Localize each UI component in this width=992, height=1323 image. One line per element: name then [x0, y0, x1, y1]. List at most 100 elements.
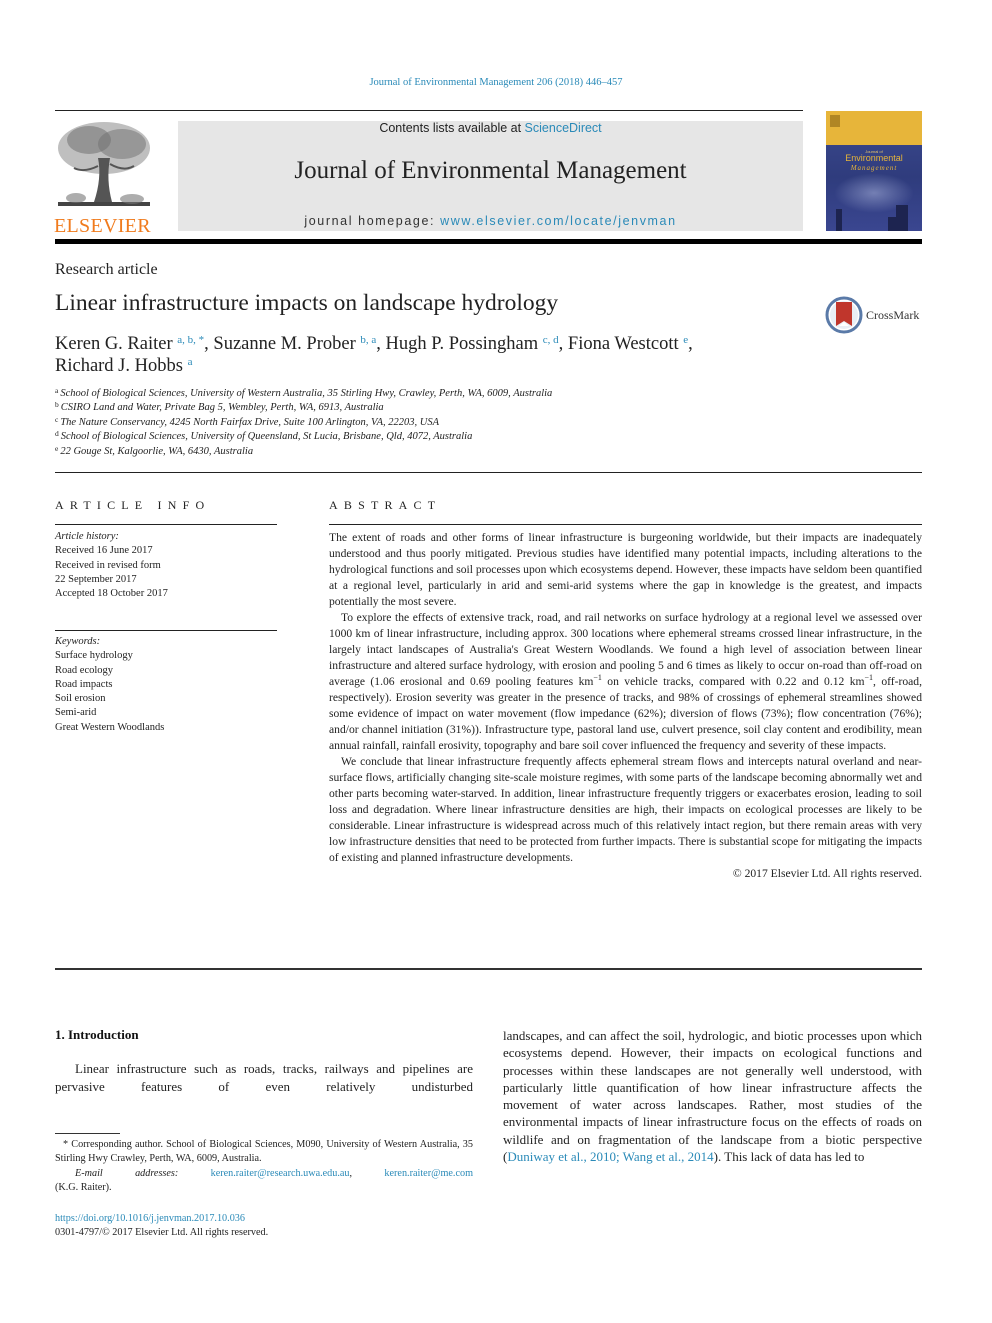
introduction-right-column: landscapes, and can affect the soil, hyd… — [503, 1027, 922, 1165]
author-affiliation-ref[interactable]: a — [188, 356, 193, 368]
author-list: Keren G. Raiter a, b, *, Suzanne M. Prob… — [55, 333, 815, 377]
keyword: Semi-arid — [55, 707, 97, 719]
author[interactable]: Fiona Westcott — [568, 334, 679, 354]
email-line: E-mail addresses: keren.raiter@research.… — [55, 1167, 473, 1181]
author[interactable]: Suzanne M. Prober — [213, 334, 355, 354]
abstract-paragraph: The extent of roads and other forms of l… — [329, 531, 922, 608]
abstract-paragraph: To explore the effects of extensive trac… — [329, 610, 922, 754]
author-separator: , — [688, 334, 693, 354]
sciencedirect-link[interactable]: ScienceDirect — [525, 121, 602, 135]
affiliation-key: c — [55, 414, 59, 424]
article-title: Linear infrastructure impacts on landsca… — [55, 290, 559, 316]
history-item: Received in revised form — [55, 559, 161, 571]
article-info-rule — [55, 524, 277, 525]
homepage-line: journal homepage: www.elsevier.com/locat… — [178, 214, 803, 228]
corresponding-author-footnote: * Corresponding author. School of Biolog… — [55, 1138, 473, 1196]
history-item: Accepted 18 October 2017 — [55, 588, 168, 600]
cover-title-line2: Management — [850, 164, 898, 172]
elsevier-tree-icon — [54, 118, 154, 210]
cover-chimney — [836, 209, 842, 231]
affiliation-text: The Nature Conservancy, 4245 North Fairf… — [60, 416, 439, 428]
affiliation-text: CSIRO Land and Water, Private Bag 5, Wem… — [60, 402, 384, 414]
abstract-heading: ABSTRACT — [329, 498, 442, 512]
email-link[interactable]: keren.raiter@research.uwa.edu.au — [211, 1168, 350, 1179]
cover-title-line1: Environmental — [845, 153, 903, 163]
article-info-heading: ARTICLE INFO — [55, 498, 211, 512]
affiliation-key: b — [55, 400, 59, 410]
abstract-paragraph: We conclude that linear infrastructure f… — [329, 755, 922, 864]
email-owner: (K.G. Raiter). — [55, 1182, 112, 1194]
keyword: Surface hydrology — [55, 650, 133, 662]
affiliation-key: d — [55, 429, 59, 439]
affiliation-key: a — [55, 386, 59, 395]
crossmark-icon — [825, 296, 863, 334]
journal-masthead: Contents lists available at ScienceDirec… — [178, 121, 803, 231]
author[interactable]: Keren G. Raiter — [55, 334, 173, 354]
author-affiliation-ref[interactable]: a, b, * — [177, 334, 204, 346]
author[interactable]: Hugh P. Possingham — [386, 334, 539, 354]
affiliation-text: 22 Gouge St, Kalgoorlie, WA, 6430, Austr… — [60, 445, 254, 457]
affiliation: c The Nature Conservancy, 4245 North Fair… — [55, 416, 552, 430]
elsevier-logo[interactable]: ELSEVIER — [54, 118, 154, 237]
abstract-copyright: © 2017 Elsevier Ltd. All rights reserved… — [732, 867, 922, 880]
header-rule — [55, 110, 803, 111]
introduction-left-column: Linear infrastructure such as roads, tra… — [55, 1061, 473, 1094]
author[interactable]: Richard J. Hobbs — [55, 356, 183, 376]
intro-text: landscapes, and can affect the soil, hyd… — [503, 1028, 922, 1165]
crossmark-label: CrossMark — [866, 307, 920, 322]
author-affiliation-ref[interactable]: b, a — [360, 334, 376, 346]
keywords-label: Keywords: — [55, 636, 101, 647]
abstract-bottom-rule — [55, 968, 922, 970]
keyword: Road impacts — [55, 678, 113, 690]
crossmark-button[interactable]: CrossMark — [825, 296, 919, 334]
email-label: E-mail addresses: — [75, 1167, 179, 1179]
doi-link[interactable]: https://doi.org/10.1016/j.jenvman.2017.1… — [55, 1213, 245, 1224]
journal-cover-image[interactable]: Journal of Environmental Management — [826, 111, 922, 231]
history-item: Received 16 June 2017 — [55, 545, 153, 557]
history-item: 22 September 2017 — [55, 573, 137, 585]
cover-band — [826, 111, 922, 145]
contents-prefix: Contents lists available at — [379, 121, 525, 135]
author-separator: , — [558, 334, 568, 354]
cover-emblem-icon — [830, 115, 840, 127]
article-type: Research article — [55, 261, 158, 278]
abstract-body: The extent of roads and other forms of l… — [329, 530, 922, 882]
affiliation-key: e — [55, 443, 59, 453]
introduction-heading: 1. Introduction — [55, 1027, 139, 1042]
cover-chimney — [888, 217, 896, 231]
journal-citation-link[interactable]: Journal of Environmental Management 206 … — [0, 77, 992, 88]
keyword: Road ecology — [55, 664, 114, 676]
keyword: Great Western Woodlands — [55, 721, 165, 733]
affiliation: e 22 Gouge St, Kalgoorlie, WA, 6430, Aust… — [55, 443, 552, 459]
journal-homepage-link[interactable]: www.elsevier.com/locate/jenvman — [440, 214, 676, 228]
affiliation: a School of Biological Sciences, Universi… — [55, 387, 552, 401]
abstract-rule — [329, 524, 922, 525]
unit-exponent: −1 — [864, 673, 874, 683]
article-history-label: Article history: — [55, 531, 119, 542]
author-affiliation-ref[interactable]: c, d — [543, 334, 559, 346]
affiliation-list: a School of Biological Sciences, Universi… — [55, 387, 552, 459]
issn-copyright: 0301-4797/© 2017 Elsevier Ltd. All right… — [55, 1227, 269, 1239]
affiliation: d School of Biological Sciences, Universi… — [55, 430, 552, 444]
journal-title: Journal of Environmental Management — [294, 157, 687, 184]
elsevier-wordmark: ELSEVIER — [54, 215, 151, 237]
citation-link[interactable]: Duniway et al., 2010; Wang et al., 2014 — [507, 1149, 713, 1164]
affiliation: b CSIRO Land and Water, Private Bag 5, We… — [55, 401, 552, 415]
keywords: Keywords: Surface hydrology Road ecology… — [55, 635, 277, 735]
intro-text: ). This lack of data has led to — [713, 1149, 865, 1165]
affiliation-text: School of Biological Sciences, Universit… — [60, 431, 473, 443]
footnote-rule — [55, 1133, 120, 1134]
affiliation-text: School of Biological Sciences, Universit… — [60, 388, 553, 399]
keywords-rule — [55, 630, 277, 631]
abstract-text: on vehicle tracks, compared with 0.22 an… — [601, 675, 865, 688]
author-separator: , — [376, 334, 386, 354]
email-link[interactable]: keren.raiter@me.com — [384, 1168, 473, 1179]
cover-chimney — [896, 205, 908, 231]
keyword: Soil erosion — [55, 693, 106, 705]
article-history: Article history: Received 16 June 2017 R… — [55, 530, 277, 601]
header-thick-rule — [55, 239, 922, 244]
unit-exponent: −1 — [593, 673, 602, 683]
email-separator: , — [349, 1167, 385, 1179]
contents-line: Contents lists available at ScienceDirec… — [178, 121, 803, 135]
affiliation-rule — [55, 472, 922, 473]
